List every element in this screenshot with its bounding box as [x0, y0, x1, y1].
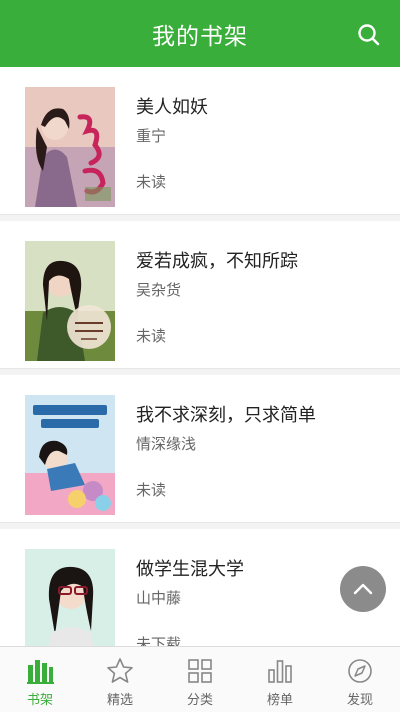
bookshelf-icon	[27, 660, 54, 684]
book-cover-image	[25, 549, 115, 646]
bookshelf-list[interactable]: 美人如妖 重宁 未读 爱若成疯，不知所踪 吴杂货 未读 我不求深刻，只求简单 情…	[0, 67, 400, 646]
tab-label: 发现	[346, 693, 373, 708]
book-cover	[25, 549, 115, 646]
tab-rankings[interactable]: 榜单	[240, 647, 320, 712]
tab-label: 精选	[106, 693, 133, 708]
book-author: 山中藤	[136, 589, 182, 607]
book-title: 我不求深刻，只求简单	[136, 405, 316, 426]
book-cover	[25, 395, 115, 515]
book-status: 未读	[136, 173, 167, 191]
grid-icon	[188, 659, 212, 683]
book-cover-image	[25, 395, 115, 515]
tab-label: 分类	[186, 693, 213, 708]
book-title: 美人如妖	[136, 97, 208, 118]
book-status: 未读	[136, 327, 167, 345]
tab-featured[interactable]: 精选	[80, 647, 160, 712]
book-cover-image	[25, 87, 115, 207]
search-icon	[358, 24, 380, 46]
tab-label: 榜单	[266, 693, 293, 708]
bottom-tab-bar: 书架 精选 分类 榜单 发现	[0, 646, 400, 712]
book-status: 未下载	[136, 635, 182, 646]
book-cover	[25, 87, 115, 207]
scroll-to-top-button[interactable]	[340, 566, 386, 612]
book-cover-image	[25, 241, 115, 361]
book-author: 情深缘浅	[136, 435, 197, 453]
chevron-up-icon	[353, 583, 373, 595]
search-button[interactable]	[356, 22, 382, 48]
star-icon	[107, 658, 133, 683]
book-item[interactable]: 我不求深刻，只求简单 情深缘浅 未读	[0, 375, 400, 523]
book-item[interactable]: 爱若成疯，不知所踪 吴杂货 未读	[0, 221, 400, 369]
tab-discover[interactable]: 发现	[320, 647, 400, 712]
bar-chart-icon	[268, 660, 292, 683]
book-cover	[25, 241, 115, 361]
tab-categories[interactable]: 分类	[160, 647, 240, 712]
tab-label: 书架	[26, 693, 53, 708]
book-title: 做学生混大学	[136, 559, 244, 580]
book-item[interactable]: 美人如妖 重宁 未读	[0, 67, 400, 215]
book-status: 未读	[136, 481, 167, 499]
page-title: 我的书架	[152, 23, 248, 50]
compass-icon	[348, 659, 372, 683]
book-author: 重宁	[136, 127, 167, 145]
app-header: 我的书架	[0, 0, 400, 67]
tab-bookshelf[interactable]: 书架	[0, 647, 80, 712]
book-title: 爱若成疯，不知所踪	[136, 251, 298, 272]
book-author: 吴杂货	[136, 281, 182, 299]
